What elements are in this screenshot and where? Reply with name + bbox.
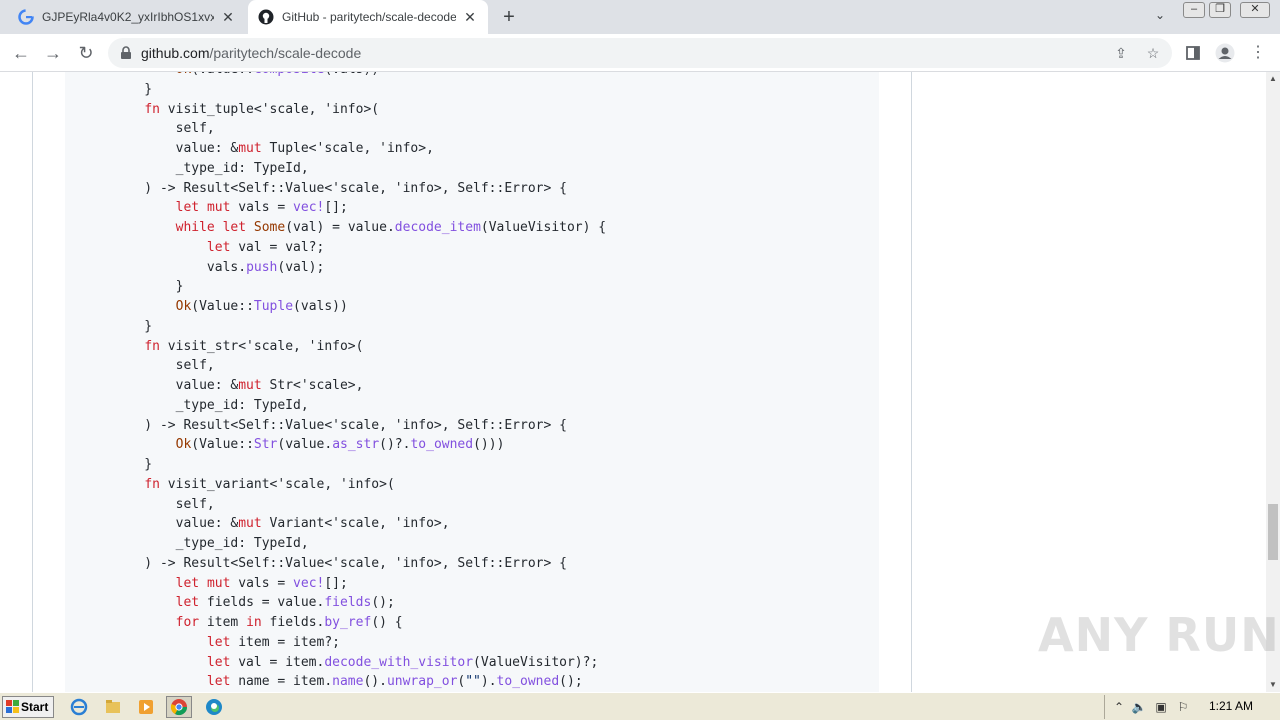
tab-github[interactable]: GitHub - paritytech/scale-decode: De ✕ — [248, 0, 488, 34]
code-block: Ok(Value::Composite(vals)) } fn visit_tu… — [65, 72, 879, 692]
back-arrow-icon[interactable]: ← — [8, 40, 34, 66]
system-tray: ⌃ 🔈 ▣ ⚐ 1:21 AM — [1104, 695, 1278, 719]
code-line: } — [113, 457, 153, 472]
file-explorer-icon[interactable] — [100, 696, 126, 718]
new-tab-button[interactable]: + — [498, 6, 520, 28]
scrollbar-thumb[interactable] — [1268, 504, 1278, 560]
close-window-icon[interactable]: ✕ — [1240, 2, 1270, 18]
code-line: Ok(Value::Str(value.as_str()?.to_owned()… — [175, 437, 505, 453]
code-line: value: &mut Variant<'scale, 'info>, — [113, 516, 450, 532]
code-line: self, — [113, 358, 215, 374]
tab-title: GitHub - paritytech/scale-decode: De — [282, 10, 456, 24]
code-line: let fields = value.fields(); — [175, 595, 395, 611]
chrome-icon[interactable] — [166, 696, 192, 718]
code-line: fn visit_variant<'scale, 'info>( — [144, 476, 395, 492]
code-line: Ok(Value::Tuple(vals)) — [175, 299, 348, 314]
start-label: Start — [21, 700, 49, 714]
code-line: } — [113, 279, 184, 295]
code-line: let mut vals = vec![]; — [175, 200, 348, 216]
divider — [32, 72, 33, 692]
profile-avatar-icon[interactable] — [1212, 40, 1238, 66]
lock-icon — [118, 45, 134, 61]
volume-icon[interactable]: 🔈 — [1131, 699, 1147, 715]
taskbar: Start ⌃ 🔈 ▣ ⚐ 1:21 AM — [0, 692, 1280, 720]
media-player-icon[interactable] — [133, 696, 159, 718]
code-line: } — [113, 81, 153, 97]
code-line: _type_id: TypeId, — [113, 536, 309, 551]
taskbar-clock: 1:21 AM — [1209, 699, 1254, 713]
code-line: while let Some(val) = value.decode_item(… — [175, 220, 607, 235]
close-tab-icon[interactable]: ✕ — [220, 9, 236, 25]
tab-search-chevron-icon[interactable]: ⌄ — [1150, 8, 1170, 26]
url-path: /paritytech/scale-decode — [209, 45, 362, 61]
code-line: ) -> Result<Self::Value<'scale, 'info>, … — [113, 180, 567, 196]
url-host: github.com — [141, 45, 210, 61]
scroll-up-icon[interactable]: ▲ — [1266, 72, 1280, 86]
internet-explorer-icon[interactable] — [66, 696, 92, 718]
minimize-icon[interactable]: – — [1183, 2, 1205, 18]
code-line: value: &mut Tuple<'scale, 'info>, — [113, 141, 434, 156]
code-line: for item in fields.by_ref() { — [175, 615, 403, 630]
reload-icon[interactable]: ↻ — [73, 40, 99, 66]
tab-google[interactable]: GJPEyRla4v0K2_yxIrIbhOS1xvxa8f- ✕ — [8, 0, 246, 34]
start-button[interactable]: Start — [2, 696, 54, 718]
tab-strip: GJPEyRla4v0K2_yxIrIbhOS1xvxa8f- ✕ GitHub… — [0, 0, 1280, 34]
windows-flag-icon — [6, 700, 19, 713]
code-line: self, — [113, 121, 215, 137]
code-line: vals.push(val); — [113, 259, 325, 275]
bookmark-star-icon[interactable]: ☆ — [1143, 43, 1163, 63]
close-tab-icon[interactable]: ✕ — [462, 9, 478, 25]
address-bar[interactable]: github.com/paritytech/scale-decode ⇪ ☆ — [108, 38, 1172, 68]
code-line: _type_id: TypeId, — [113, 160, 309, 176]
code-line: ) -> Result<Self::Value<'scale, 'info>, … — [113, 417, 567, 433]
browser-toolbar: ← → ↻ github.com/paritytech/scale-decode… — [0, 34, 1280, 72]
action-center-flag-icon[interactable]: ⚐ — [1175, 699, 1191, 715]
network-icon[interactable]: ▣ — [1153, 699, 1169, 715]
vertical-scrollbar[interactable]: ▲ ▼ — [1266, 72, 1280, 692]
scroll-down-icon[interactable]: ▼ — [1266, 678, 1280, 692]
forward-arrow-icon[interactable]: → — [40, 40, 66, 66]
code-line: let name = item.name().unwrap_or("").to_… — [206, 674, 583, 690]
screen: GJPEyRla4v0K2_yxIrIbhOS1xvxa8f- ✕ GitHub… — [0, 0, 1280, 720]
code-line: fn visit_tuple<'scale, 'info>( — [144, 101, 380, 117]
tab-title: GJPEyRla4v0K2_yxIrIbhOS1xvxa8f- — [42, 10, 214, 24]
kebab-menu-icon[interactable]: ⋮ — [1245, 40, 1271, 66]
code-line: Ok(Value::Composite(vals)) — [113, 72, 606, 80]
show-hidden-icons-icon[interactable]: ⌃ — [1111, 699, 1127, 715]
code-line: fn visit_str<'scale, 'info>( — [144, 338, 364, 354]
page-content: Ok(Value::Composite(vals)) } fn visit_tu… — [0, 72, 1266, 692]
code-line: let val = item.decode_with_visitor(Value… — [206, 654, 599, 670]
github-icon — [258, 9, 274, 25]
code-line: let item = item?; — [206, 634, 340, 650]
google-g-icon — [18, 9, 34, 25]
code-line: ) -> Result<Self::Value<'scale, 'info>, … — [113, 555, 567, 571]
anyrun-watermark: ANY RUN — [1038, 608, 1280, 662]
edge-icon[interactable] — [201, 696, 227, 718]
code-line: value: &mut Str<'scale>, — [113, 378, 364, 393]
url-text[interactable]: github.com/paritytech/scale-decode — [141, 45, 361, 61]
restore-icon[interactable]: ❐ — [1209, 2, 1231, 18]
code-line: let val = val?; — [206, 239, 325, 255]
code-line: let mut vals = vec![]; — [175, 575, 348, 591]
code-line: } — [113, 318, 153, 334]
side-panel-icon[interactable] — [1180, 40, 1206, 66]
divider — [911, 72, 912, 692]
code-line: _type_id: TypeId, — [113, 397, 309, 413]
code-listing: Ok(Value::Composite(vals)) } fn visit_tu… — [113, 72, 606, 692]
code-line: self, — [113, 496, 215, 512]
share-icon[interactable]: ⇪ — [1111, 43, 1131, 63]
